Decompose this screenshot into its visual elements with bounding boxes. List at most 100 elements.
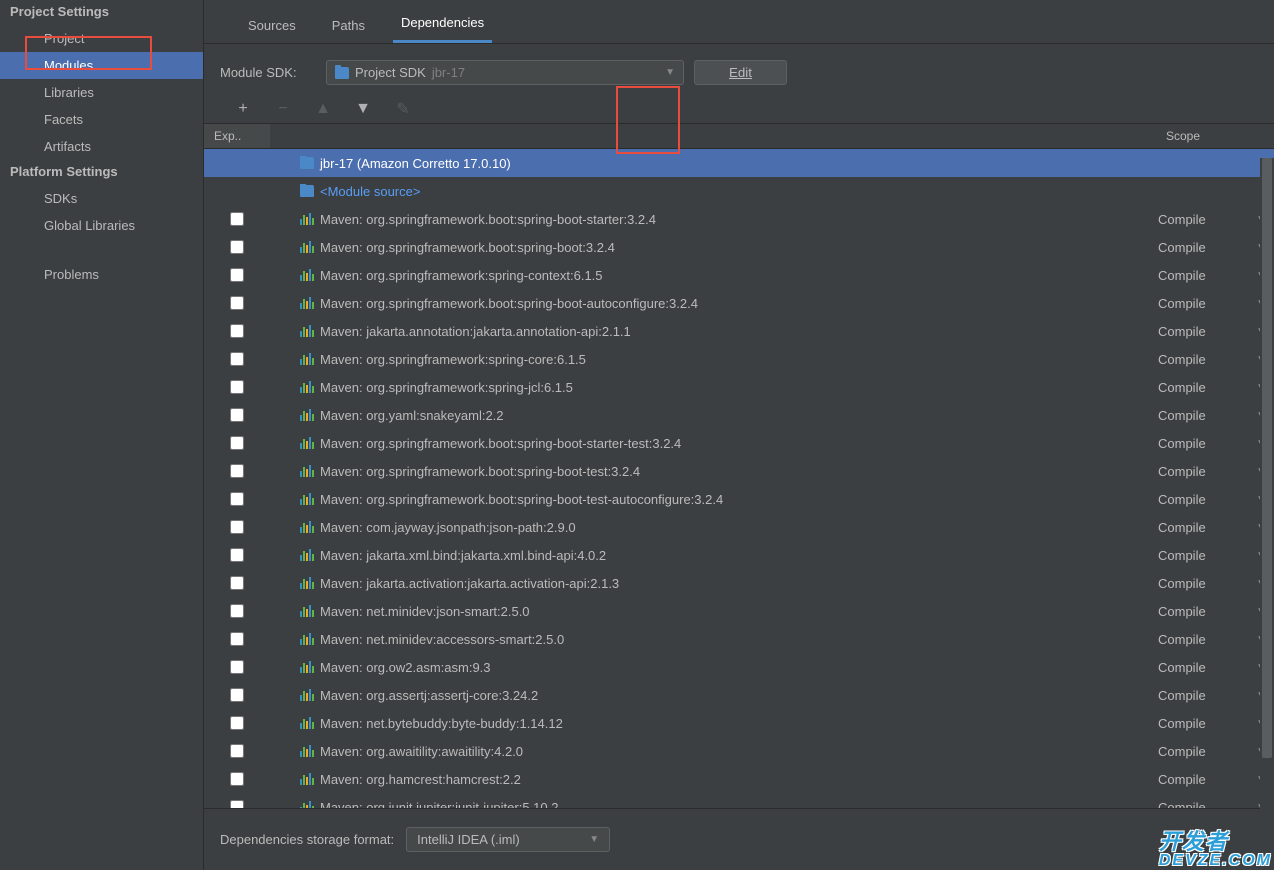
sidebar-item-problems[interactable]: Problems xyxy=(0,261,203,288)
scope-select[interactable]: Compile▼ xyxy=(1154,632,1274,647)
scope-select[interactable]: Compile▼ xyxy=(1154,492,1274,507)
export-checkbox[interactable] xyxy=(230,772,244,786)
dependency-row[interactable]: Maven: org.springframework.boot:spring-b… xyxy=(204,485,1274,513)
export-checkbox[interactable] xyxy=(230,240,244,254)
dependency-row[interactable]: Maven: org.springframework.boot:spring-b… xyxy=(204,457,1274,485)
dependency-row[interactable]: Maven: org.ow2.asm:asm:9.3Compile▼ xyxy=(204,653,1274,681)
scope-select[interactable]: Compile▼ xyxy=(1154,744,1274,759)
scope-select[interactable]: Compile▼ xyxy=(1154,436,1274,451)
sidebar-item-global-libraries[interactable]: Global Libraries xyxy=(0,212,203,239)
scope-select[interactable]: Compile▼ xyxy=(1154,296,1274,311)
export-checkbox[interactable] xyxy=(230,268,244,282)
sidebar-item-modules[interactable]: Modules xyxy=(0,52,203,79)
dependency-row[interactable]: Maven: net.minidev:json-smart:2.5.0Compi… xyxy=(204,597,1274,625)
scope-select[interactable]: Compile▼ xyxy=(1154,688,1274,703)
export-checkbox[interactable] xyxy=(230,324,244,338)
scope-select[interactable]: Compile▼ xyxy=(1154,464,1274,479)
dependency-row[interactable]: Maven: net.bytebuddy:byte-buddy:1.14.12C… xyxy=(204,709,1274,737)
header-scope[interactable]: Scope xyxy=(1154,124,1274,148)
scope-select[interactable]: Compile▼ xyxy=(1154,268,1274,283)
edit-pencil-button[interactable]: ✎ xyxy=(394,99,412,119)
module-sdk-select[interactable]: Project SDK jbr-17 ▼ xyxy=(326,60,684,85)
scope-value: Compile xyxy=(1158,324,1206,339)
tab-sources[interactable]: Sources xyxy=(240,12,304,43)
scope-select[interactable]: Compile▼ xyxy=(1154,380,1274,395)
export-checkbox[interactable] xyxy=(230,744,244,758)
dependency-row[interactable]: Maven: org.awaitility:awaitility:4.2.0Co… xyxy=(204,737,1274,765)
export-checkbox[interactable] xyxy=(230,492,244,506)
scrollbar-thumb[interactable] xyxy=(1262,158,1272,758)
scope-select[interactable]: Compile▼ xyxy=(1154,548,1274,563)
dependency-row[interactable]: Maven: net.minidev:accessors-smart:2.5.0… xyxy=(204,625,1274,653)
sidebar-item-project[interactable]: Project xyxy=(0,25,203,52)
export-checkbox-cell xyxy=(204,492,270,506)
dependency-row[interactable]: Maven: com.jayway.jsonpath:json-path:2.9… xyxy=(204,513,1274,541)
folder-icon xyxy=(335,67,349,79)
dependency-row[interactable]: Maven: jakarta.activation:jakarta.activa… xyxy=(204,569,1274,597)
edit-sdk-button[interactable]: Edit xyxy=(694,60,787,85)
tab-paths[interactable]: Paths xyxy=(324,12,373,43)
scope-select[interactable]: Compile▼ xyxy=(1154,660,1274,675)
export-checkbox[interactable] xyxy=(230,632,244,646)
export-checkbox[interactable] xyxy=(230,352,244,366)
dependency-row[interactable]: Maven: org.springframework.boot:spring-b… xyxy=(204,289,1274,317)
storage-format-select[interactable]: IntelliJ IDEA (.iml) ▼ xyxy=(406,827,610,852)
scope-select[interactable]: Compile▼ xyxy=(1154,716,1274,731)
export-checkbox[interactable] xyxy=(230,464,244,478)
dependency-row[interactable]: Maven: org.springframework.boot:spring-b… xyxy=(204,205,1274,233)
dependency-list[interactable]: jbr-17 (Amazon Corretto 17.0.10) <Module… xyxy=(204,149,1274,809)
scope-select[interactable]: Compile▼ xyxy=(1154,408,1274,423)
export-checkbox[interactable] xyxy=(230,716,244,730)
export-checkbox[interactable] xyxy=(230,212,244,226)
move-down-button[interactable]: ▼ xyxy=(354,100,372,118)
sidebar-item-facets[interactable]: Facets xyxy=(0,106,203,133)
scope-select[interactable]: Compile▼ xyxy=(1154,520,1274,535)
dependency-row[interactable]: Maven: org.junit.jupiter:junit-jupiter:5… xyxy=(204,793,1274,809)
sidebar-item-artifacts[interactable]: Artifacts xyxy=(0,133,203,160)
export-checkbox[interactable] xyxy=(230,576,244,590)
add-button[interactable]: + xyxy=(234,100,252,118)
library-icon xyxy=(300,437,314,449)
export-checkbox[interactable] xyxy=(230,604,244,618)
dependency-row[interactable]: Maven: org.springframework.boot:spring-b… xyxy=(204,233,1274,261)
scope-select[interactable]: Compile▼ xyxy=(1154,772,1274,787)
footer-row: Dependencies storage format: IntelliJ ID… xyxy=(204,809,1274,870)
export-checkbox[interactable] xyxy=(230,548,244,562)
export-checkbox-cell xyxy=(204,688,270,702)
sidebar-item-sdks[interactable]: SDKs xyxy=(0,185,203,212)
dependency-row[interactable]: Maven: org.yaml:snakeyaml:2.2Compile▼ xyxy=(204,401,1274,429)
scope-select[interactable]: Compile▼ xyxy=(1154,212,1274,227)
dependency-row-sdk[interactable]: jbr-17 (Amazon Corretto 17.0.10) xyxy=(204,149,1274,177)
dependency-row[interactable]: Maven: jakarta.xml.bind:jakarta.xml.bind… xyxy=(204,541,1274,569)
dependency-row[interactable]: Maven: org.springframework:spring-core:6… xyxy=(204,345,1274,373)
move-up-button[interactable]: ▲ xyxy=(314,100,332,118)
remove-button[interactable]: − xyxy=(274,100,292,118)
scope-select[interactable]: Compile▼ xyxy=(1154,800,1274,810)
dependency-row[interactable]: Maven: org.assertj:assertj-core:3.24.2Co… xyxy=(204,681,1274,709)
export-checkbox[interactable] xyxy=(230,436,244,450)
sidebar-item-libraries[interactable]: Libraries xyxy=(0,79,203,106)
export-checkbox[interactable] xyxy=(230,408,244,422)
dependency-row[interactable]: Maven: org.springframework:spring-contex… xyxy=(204,261,1274,289)
scrollbar[interactable] xyxy=(1260,158,1274,818)
scope-select[interactable]: Compile▼ xyxy=(1154,576,1274,591)
export-checkbox[interactable] xyxy=(230,688,244,702)
scope-select[interactable]: Compile▼ xyxy=(1154,240,1274,255)
dependency-row-module-source[interactable]: <Module source> xyxy=(204,177,1274,205)
header-export[interactable]: Exp.. xyxy=(204,124,270,148)
dependency-row[interactable]: Maven: org.hamcrest:hamcrest:2.2Compile▼ xyxy=(204,765,1274,793)
tab-dependencies[interactable]: Dependencies xyxy=(393,9,492,43)
dep-name: Maven: org.junit.jupiter:junit-jupiter:5… xyxy=(320,800,558,810)
scope-select[interactable]: Compile▼ xyxy=(1154,324,1274,339)
scope-select[interactable]: Compile▼ xyxy=(1154,604,1274,619)
dependency-row[interactable]: Maven: org.springframework:spring-jcl:6.… xyxy=(204,373,1274,401)
dependency-row[interactable]: Maven: jakarta.annotation:jakarta.annota… xyxy=(204,317,1274,345)
export-checkbox[interactable] xyxy=(230,296,244,310)
export-checkbox[interactable] xyxy=(230,660,244,674)
storage-format-value: IntelliJ IDEA (.iml) xyxy=(417,832,520,847)
export-checkbox[interactable] xyxy=(230,380,244,394)
dependency-row[interactable]: Maven: org.springframework.boot:spring-b… xyxy=(204,429,1274,457)
export-checkbox[interactable] xyxy=(230,800,244,809)
scope-select[interactable]: Compile▼ xyxy=(1154,352,1274,367)
export-checkbox[interactable] xyxy=(230,520,244,534)
